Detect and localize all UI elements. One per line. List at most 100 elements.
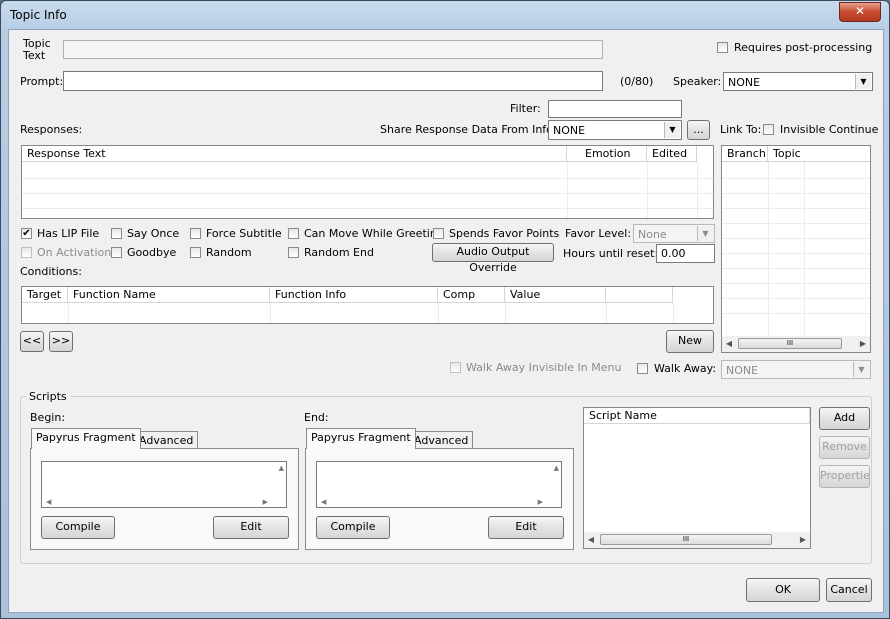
window-title: Topic Info xyxy=(10,8,67,22)
row-divider xyxy=(722,298,870,299)
scroll-right-icon[interactable]: ▶ xyxy=(263,498,268,506)
favor-level-value: None xyxy=(638,228,667,241)
end-tab-papyrus-fragment[interactable]: Papyrus Fragment xyxy=(306,428,416,449)
share-response-dropdown[interactable]: NONE ▼ xyxy=(548,120,682,140)
hours-until-reset-label: Hours until reset: xyxy=(563,247,659,260)
responses-label: Responses: xyxy=(20,123,83,136)
has-lip-file-checkbox[interactable]: ✔ xyxy=(21,228,32,239)
scroll-left-icon[interactable]: ◀ xyxy=(722,336,736,352)
close-button[interactable]: ✕ xyxy=(839,2,881,22)
column-topic[interactable]: Topic xyxy=(768,146,870,162)
column-branch[interactable]: Branch xyxy=(722,146,768,162)
scroll-right-icon[interactable]: ▶ xyxy=(796,532,810,548)
column-function-info[interactable]: Function Info xyxy=(270,287,438,303)
col-divider xyxy=(505,303,506,323)
new-condition-button[interactable]: New xyxy=(666,330,714,353)
topic-text-field[interactable] xyxy=(63,40,603,59)
ok-button[interactable]: OK xyxy=(746,578,820,602)
scroll-left-icon[interactable]: ◀ xyxy=(584,532,598,548)
begin-edit-button[interactable]: Edit xyxy=(213,516,289,539)
invisible-continue-label: Invisible Continue xyxy=(780,123,879,136)
goodbye-checkbox[interactable] xyxy=(111,247,122,258)
end-tab-advanced[interactable]: Advanced xyxy=(409,431,474,448)
col-divider xyxy=(270,303,271,323)
column-extra[interactable] xyxy=(606,287,673,303)
requires-post-processing-checkbox[interactable] xyxy=(717,42,728,53)
invisible-continue-checkbox[interactable] xyxy=(763,124,774,135)
prev-condition-button[interactable]: << xyxy=(20,331,44,352)
cancel-button[interactable]: Cancel xyxy=(826,578,872,602)
random-checkbox[interactable] xyxy=(190,247,201,258)
col-divider xyxy=(438,303,439,323)
column-target[interactable]: Target xyxy=(22,287,68,303)
on-activation-label: On Activation xyxy=(37,246,112,259)
walk-away-value: NONE xyxy=(726,364,759,377)
speaker-dropdown[interactable]: NONE ▼ xyxy=(723,72,873,91)
scroll-up-icon[interactable]: ▲ xyxy=(279,464,284,472)
column-emotion[interactable]: Emotion xyxy=(567,146,647,162)
walk-away-dropdown[interactable]: NONE ▼ xyxy=(721,360,871,379)
end-fragment-textarea[interactable]: ▲ ◀ ▶ xyxy=(316,461,562,508)
topic-text-label: Topic Text xyxy=(23,38,51,62)
end-edit-button[interactable]: Edit xyxy=(488,516,564,539)
audio-output-override-button[interactable]: Audio Output Override xyxy=(432,243,554,274)
filter-field[interactable] xyxy=(548,100,682,118)
column-script-name[interactable]: Script Name xyxy=(584,408,810,424)
scroll-left-icon[interactable]: ◀ xyxy=(46,498,51,506)
link-to-list[interactable]: Branch Topic ◀ III ▶ xyxy=(721,145,871,353)
goodbye-label: Goodbye xyxy=(127,246,177,259)
random-end-checkbox[interactable] xyxy=(288,247,299,258)
say-once-checkbox[interactable] xyxy=(111,228,122,239)
spends-favor-points-checkbox[interactable] xyxy=(433,228,444,239)
walk-away-invisible-label: Walk Away Invisible In Menu xyxy=(466,361,622,374)
scroll-right-icon[interactable]: ▶ xyxy=(538,498,543,506)
has-lip-file-label: Has LIP File xyxy=(37,227,100,240)
walk-away-label: Walk Away: xyxy=(654,362,717,375)
row-divider xyxy=(722,178,870,179)
prompt-field[interactable] xyxy=(63,71,603,91)
scroll-left-icon[interactable]: ◀ xyxy=(321,498,326,506)
row-divider xyxy=(722,238,870,239)
title-bar[interactable]: Topic Info ✕ xyxy=(1,1,889,29)
link-to-hscrollbar[interactable]: ◀ III ▶ xyxy=(722,336,870,352)
share-response-label: Share Response Data From Info: xyxy=(380,123,557,136)
share-response-browse-button[interactable]: ... xyxy=(687,120,710,140)
force-subtitle-checkbox[interactable] xyxy=(190,228,201,239)
hours-until-reset-field[interactable]: 0.00 xyxy=(656,244,715,263)
column-edited[interactable]: Edited xyxy=(647,146,697,162)
begin-compile-button[interactable]: Compile xyxy=(41,516,115,539)
row-divider xyxy=(722,193,870,194)
scroll-right-icon[interactable]: ▶ xyxy=(856,336,870,352)
column-function-name[interactable]: Function Name xyxy=(68,287,270,303)
column-value[interactable]: Value xyxy=(505,287,606,303)
conditions-list[interactable]: Target Function Name Function Info Comp … xyxy=(21,286,714,324)
row-divider xyxy=(22,178,713,179)
favor-level-dropdown[interactable]: None ▼ xyxy=(633,224,715,243)
end-compile-button[interactable]: Compile xyxy=(316,516,390,539)
column-response-text[interactable]: Response Text xyxy=(22,146,567,162)
scroll-up-icon[interactable]: ▲ xyxy=(554,464,559,472)
remove-script-button[interactable]: Remove xyxy=(819,436,870,459)
script-name-list[interactable]: Script Name ◀ III ▶ xyxy=(583,407,811,549)
chevron-down-icon: ▼ xyxy=(664,122,680,138)
walk-away-invisible-checkbox[interactable] xyxy=(450,362,461,373)
script-properties-button[interactable]: Propertie xyxy=(819,465,870,488)
scroll-thumb[interactable]: III xyxy=(738,338,842,349)
can-move-while-greeting-checkbox[interactable] xyxy=(288,228,299,239)
row-divider xyxy=(722,253,870,254)
begin-tab-advanced[interactable]: Advanced xyxy=(134,431,199,448)
script-list-hscrollbar[interactable]: ◀ III ▶ xyxy=(584,532,810,548)
row-divider xyxy=(22,208,713,209)
responses-list[interactable]: Response Text Emotion Edited xyxy=(21,145,714,219)
add-script-button[interactable]: Add xyxy=(819,407,870,430)
chevron-down-icon: ▼ xyxy=(853,362,869,377)
next-condition-button[interactable]: >> xyxy=(49,331,73,352)
column-comp[interactable]: Comp xyxy=(438,287,505,303)
on-activation-checkbox[interactable] xyxy=(21,247,32,258)
begin-tab-papyrus-fragment[interactable]: Papyrus Fragment xyxy=(31,428,141,449)
walk-away-checkbox[interactable] xyxy=(637,363,648,374)
begin-fragment-textarea[interactable]: ▲ ◀ ▶ xyxy=(41,461,287,508)
favor-level-label: Favor Level: xyxy=(565,227,632,240)
scroll-thumb[interactable]: III xyxy=(600,534,772,545)
col-divider xyxy=(768,162,769,336)
